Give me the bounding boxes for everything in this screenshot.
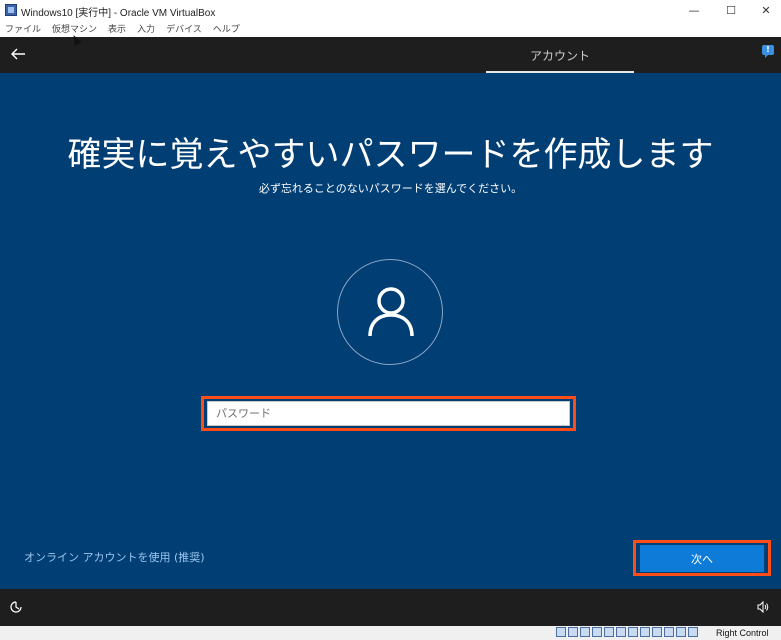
recording-icon[interactable] bbox=[640, 627, 650, 637]
online-account-link[interactable]: オンライン アカウントを使用 (推奨) bbox=[24, 549, 205, 565]
menu-machine[interactable]: 仮想マシン bbox=[52, 22, 97, 35]
user-icon bbox=[368, 287, 414, 337]
window-titlebar: Windows10 [実行中] - Oracle VM VirtualBox —… bbox=[0, 0, 781, 20]
feedback-icon[interactable]: ! bbox=[762, 45, 774, 58]
menu-input[interactable]: 入力 bbox=[137, 22, 155, 35]
display-icon[interactable] bbox=[628, 627, 638, 637]
back-arrow-icon[interactable] bbox=[10, 46, 26, 62]
cpu-icon[interactable] bbox=[652, 627, 662, 637]
password-input[interactable] bbox=[207, 401, 570, 426]
menu-help[interactable]: ヘルプ bbox=[213, 22, 240, 35]
menu-file[interactable]: ファイル bbox=[5, 22, 41, 35]
close-button[interactable]: ✕ bbox=[749, 0, 781, 20]
menu-bar: ファイル 仮想マシン 表示 入力 デバイス ヘルプ bbox=[0, 20, 781, 36]
page-subtitle: 必ず忘れることのないパスワードを選んでください。 bbox=[258, 182, 523, 195]
speaker-icon[interactable] bbox=[757, 601, 769, 613]
audio-icon[interactable] bbox=[580, 627, 590, 637]
optical-drive-icon[interactable] bbox=[568, 627, 578, 637]
shared-folder-icon[interactable] bbox=[616, 627, 626, 637]
menu-view[interactable]: 表示 bbox=[108, 22, 126, 35]
hard-disk-icon[interactable] bbox=[556, 627, 566, 637]
tab-underline bbox=[486, 71, 634, 73]
mouse-integration-icon[interactable] bbox=[664, 627, 674, 637]
tab-account: アカウント bbox=[529, 48, 590, 63]
virtualbox-icon bbox=[5, 4, 17, 16]
minimize-button[interactable]: — bbox=[677, 0, 711, 20]
page-title: 確実に覚えやすいパスワードを作成します bbox=[67, 135, 714, 175]
user-avatar bbox=[337, 259, 443, 365]
host-key-arrow-icon[interactable] bbox=[688, 627, 698, 637]
menu-devices[interactable]: デバイス bbox=[166, 22, 202, 35]
oobe-top-bar: アカウント ! bbox=[0, 37, 781, 73]
usb-icon[interactable] bbox=[604, 627, 614, 637]
window-title: Windows10 [実行中] - Oracle VM VirtualBox bbox=[21, 8, 216, 19]
status-bar: Right Control bbox=[0, 626, 781, 640]
oobe-bottom-bar bbox=[0, 589, 781, 626]
keyboard-icon[interactable] bbox=[676, 627, 686, 637]
next-button[interactable]: 次へ bbox=[640, 545, 764, 572]
network-icon[interactable] bbox=[592, 627, 602, 637]
status-device-icons bbox=[556, 627, 700, 637]
maximize-button[interactable]: ☐ bbox=[714, 0, 748, 20]
vm-screen: アカウント ! 確実に覚えやすいパスワードを作成します 必ず忘れることのないパス… bbox=[0, 37, 781, 626]
ease-of-access-icon[interactable] bbox=[10, 601, 22, 613]
host-key-label: Right Control bbox=[716, 628, 769, 638]
